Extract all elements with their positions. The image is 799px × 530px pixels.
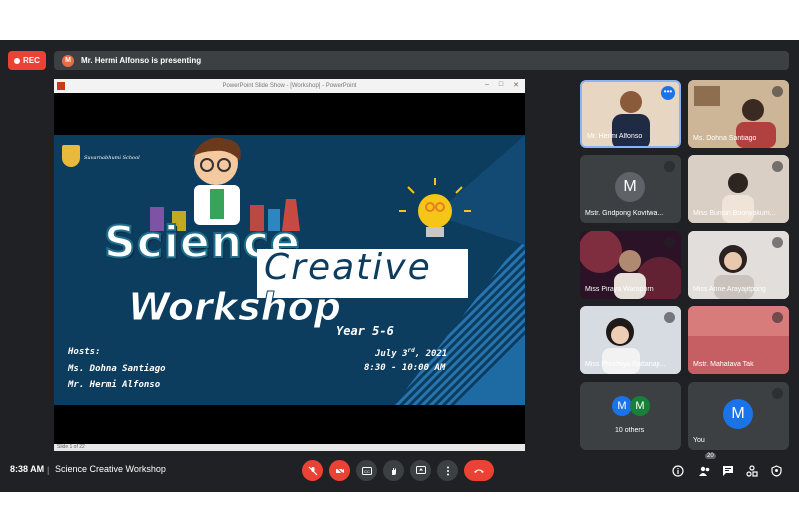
slide-counter: Slide 1 of 22	[57, 444, 85, 450]
close-icon: ✕	[513, 82, 519, 89]
participant-tile[interactable]: Miss Anne Arayajitpong	[688, 231, 789, 299]
participant-name: You	[693, 437, 705, 444]
separator: |	[47, 465, 50, 475]
activities-icon	[746, 465, 758, 477]
mic-off-icon	[664, 237, 675, 248]
participant-name: Mstr. Mahatava Tak	[693, 361, 754, 368]
recording-badge: REC	[8, 51, 46, 70]
school-crest-logo	[62, 145, 80, 167]
slide-time: 8:30 - 10:00 AM	[364, 363, 446, 373]
mic-off-icon	[664, 312, 675, 323]
camera-off-icon	[335, 466, 344, 475]
slide-title-workshop: Workshop	[128, 285, 342, 330]
record-dot-icon	[14, 57, 21, 64]
chat-icon	[723, 466, 733, 476]
slide-date: July 3rd, 2021	[375, 347, 447, 359]
mic-off-icon	[772, 237, 783, 248]
avatar: M	[612, 396, 632, 416]
date-year: , 2021	[414, 349, 448, 359]
raise-hand-button[interactable]	[383, 460, 404, 481]
participant-name: Mr. Hermi Alfonso	[587, 133, 643, 140]
date-main: July 3	[375, 349, 408, 359]
participant-name: Miss Anne Arayajitpong	[693, 286, 766, 293]
leave-call-button[interactable]	[464, 460, 494, 481]
ppt-window-title: PowerPoint Slide Show - [Workshop] - Pow…	[222, 83, 357, 89]
mic-off-icon	[772, 86, 783, 97]
presenting-banner: M Mr. Hermi Alfonso is presenting	[54, 51, 789, 70]
others-count: 10 others	[615, 427, 645, 434]
participant-tile[interactable]: Ms. Dohna Santiago	[688, 80, 789, 148]
mic-off-icon	[308, 466, 317, 475]
mic-off-icon	[664, 161, 675, 172]
slide-title-creative: Creative	[264, 247, 432, 288]
show-everyone-button[interactable]	[697, 464, 711, 478]
ppt-status-bar: Slide 1 of 22	[54, 444, 525, 451]
others-tile[interactable]: M M 10 others	[580, 382, 681, 450]
participant-count-badge: 20	[705, 453, 716, 459]
shared-screen[interactable]: PowerPoint Slide Show - [Workshop] - Pow…	[54, 79, 525, 451]
hang-up-icon	[474, 469, 484, 473]
date-suffix: rd	[407, 347, 415, 354]
hosts-heading: Hosts:	[68, 347, 101, 357]
activities-button[interactable]	[745, 464, 759, 478]
avatar: M	[630, 396, 650, 416]
mic-off-icon	[772, 388, 783, 399]
participant-tile[interactable]: Miss Bunsin Boonyakum...	[688, 155, 789, 223]
meeting-title: Science Creative Workshop	[55, 464, 166, 474]
participant-name: Miss Phuchiya Rattanaji...	[585, 361, 666, 368]
more-options-icon[interactable]: •••	[661, 86, 675, 100]
participant-name: Ms. Dohna Santiago	[693, 135, 757, 142]
mic-off-icon	[772, 161, 783, 172]
microphone-toggle-button[interactable]	[302, 460, 323, 481]
camera-toggle-button[interactable]	[329, 460, 350, 481]
hand-icon	[391, 467, 396, 475]
present-now-button[interactable]	[410, 460, 431, 481]
participant-tile[interactable]: M Mstr. Gridpong Kovitwa...	[580, 155, 681, 223]
captions-button[interactable]: CC	[356, 460, 377, 481]
participant-tile[interactable]: ••• Mr. Hermi Alfonso	[580, 80, 681, 148]
school-name: Suvarnabhumi School	[84, 155, 140, 161]
host-2: Mr. Hermi Alfonso	[68, 380, 161, 390]
avatar: M	[723, 399, 753, 429]
participant-name: Miss Bunsin Boonyakum...	[693, 210, 776, 217]
ppt-titlebar: PowerPoint Slide Show - [Workshop] - Pow…	[54, 79, 525, 93]
self-tile[interactable]: M You	[688, 382, 789, 450]
participant-name: Mstr. Gridpong Kovitwa...	[585, 210, 664, 217]
more-options-button[interactable]	[437, 460, 458, 481]
participant-tile[interactable]: Miss Piraya Waraporn	[580, 231, 681, 299]
present-screen-icon	[415, 466, 426, 474]
meeting-details-button[interactable]	[671, 464, 685, 478]
captions-icon: CC	[361, 466, 372, 475]
participant-name: Miss Piraya Waraporn	[585, 286, 654, 293]
participant-tile[interactable]: Mstr. Mahatava Tak	[688, 306, 789, 374]
presenter-avatar: M	[62, 54, 74, 67]
host-1: Ms. Dohna Santiago	[68, 364, 166, 374]
presenting-text: Mr. Hermi Alfonso is presenting	[81, 56, 202, 65]
slide: Suvarnabhumi School Science Creative Wor…	[54, 135, 525, 405]
minimize-icon: –	[484, 81, 489, 88]
people-icon	[698, 466, 709, 476]
shield-icon	[770, 465, 782, 477]
maximize-icon: □	[498, 81, 504, 88]
rec-label: REC	[23, 56, 40, 65]
participant-tile[interactable]: Miss Phuchiya Rattanaji...	[580, 306, 681, 374]
host-controls-button[interactable]	[769, 464, 783, 478]
more-vert-icon	[446, 466, 449, 475]
avatar: M	[615, 172, 645, 202]
clock: 8:38 AM	[10, 464, 45, 474]
info-icon	[672, 465, 684, 477]
svg-text:CC: CC	[364, 469, 370, 474]
mic-off-icon	[772, 312, 783, 323]
powerpoint-icon	[57, 82, 65, 90]
window-controls: – □ ✕	[485, 81, 519, 89]
slide-year: Year 5-6	[336, 324, 394, 338]
chat-button[interactable]	[721, 464, 735, 478]
meet-window: REC M Mr. Hermi Alfonso is presenting Po…	[0, 40, 799, 492]
